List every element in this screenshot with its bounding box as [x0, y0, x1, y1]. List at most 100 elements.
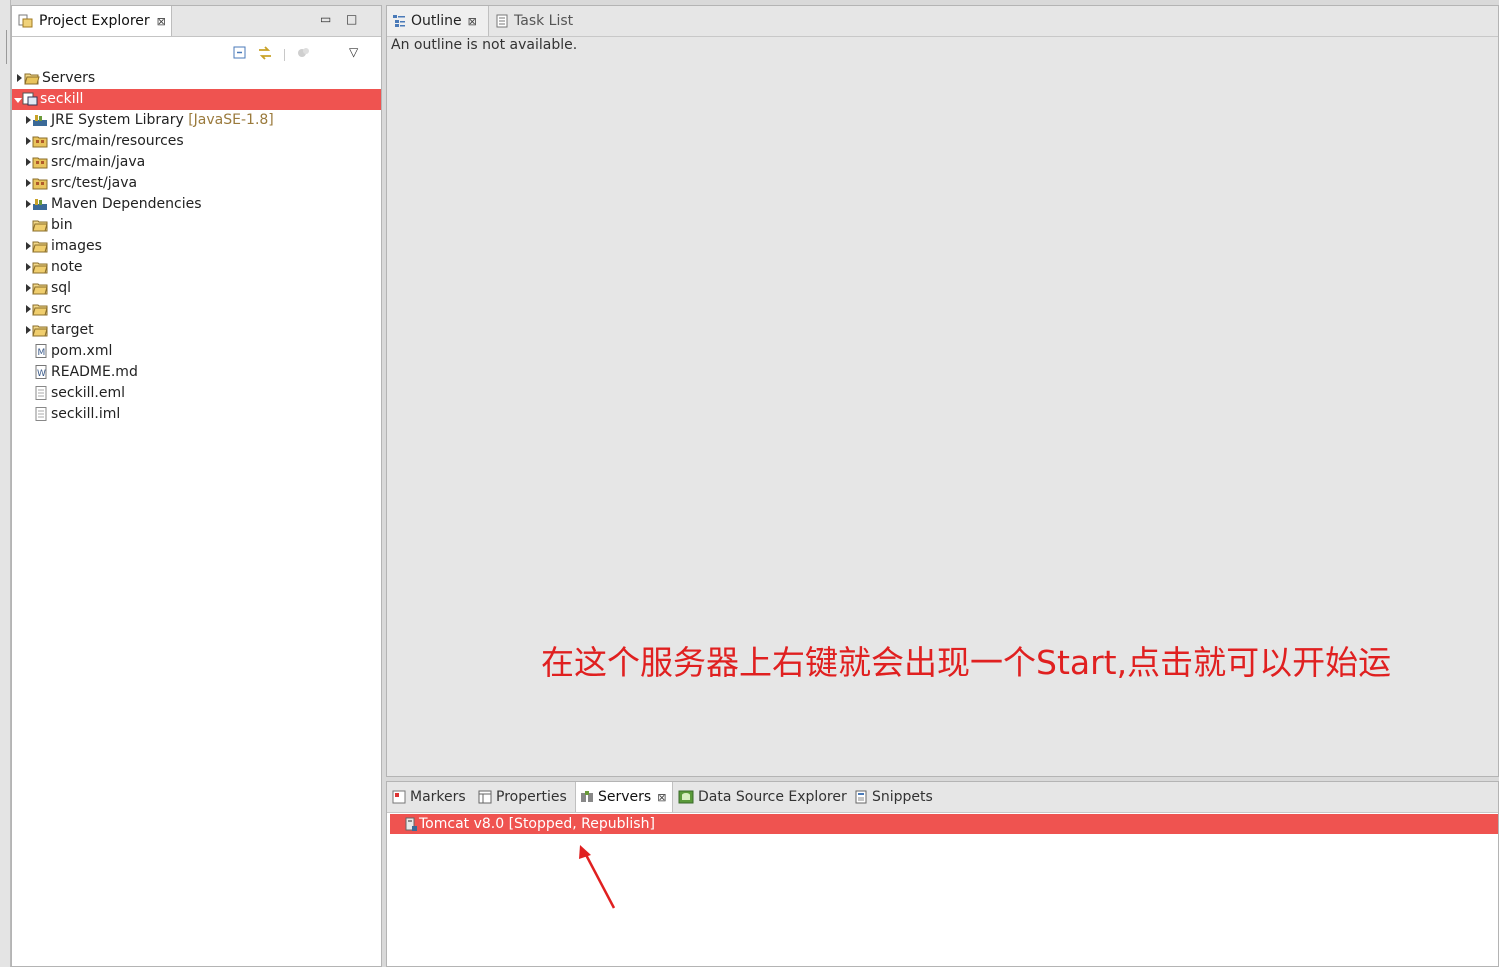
tab-data-source-explorer[interactable]: Data Source Explorer: [678, 782, 847, 812]
tab-markers-label: Markers: [410, 789, 466, 805]
svg-text:W: W: [37, 369, 46, 379]
tree-item-bin[interactable]: bin: [12, 215, 381, 236]
left-trim-bar: [0, 0, 11, 967]
tree-item-label: src/main/java: [51, 154, 146, 170]
tab-properties-label: Properties: [496, 789, 567, 805]
outline-icon: [393, 15, 405, 27]
tree-item-seckill-iml[interactable]: seckill.iml: [12, 404, 381, 425]
tree-item-src-main-java[interactable]: src/main/java: [12, 152, 381, 173]
tree-item-label: target: [51, 322, 94, 338]
tree-item-src-main-resources[interactable]: src/main/resources: [12, 131, 381, 152]
tree-item-label: Servers: [42, 70, 96, 86]
tab-markers[interactable]: Markers: [392, 782, 466, 812]
svg-text:M: M: [38, 348, 46, 358]
tree-item-label: seckill.iml: [51, 406, 121, 422]
tree-item-servers[interactable]: Servers: [12, 68, 381, 89]
jre-decoration: [JavaSE-1.8]: [188, 112, 274, 128]
tab-project-explorer-label: Project Explorer: [39, 13, 150, 29]
tree-item-label: note: [51, 259, 83, 275]
tree-item-label: bin: [51, 217, 73, 233]
tree-item-seckill-eml[interactable]: seckill.eml: [12, 383, 381, 404]
tree-item-src-test-java[interactable]: src/test/java: [12, 173, 381, 194]
expand-arrow-icon[interactable]: [26, 242, 31, 250]
tree-item-seckill[interactable]: seckill: [12, 89, 381, 110]
expand-arrow-icon[interactable]: [26, 326, 31, 334]
tab-outline-label: Outline: [411, 13, 462, 29]
file-icon: [35, 386, 47, 400]
tree-item-pom[interactable]: M pom.xml: [12, 341, 381, 362]
wiki-file-icon: W: [35, 365, 47, 379]
annotation-arrow-icon: [579, 845, 616, 909]
project-explorer-toolbar: ▽: [12, 37, 381, 69]
close-icon[interactable]: ⊠: [468, 15, 477, 28]
tab-servers[interactable]: Servers ⊠: [575, 782, 673, 812]
servers-view: Markers Properties Servers ⊠ Data Source…: [386, 781, 1499, 967]
outline-tabbar: Outline ⊠ Task List: [387, 6, 1498, 37]
project-explorer-view: Project Explorer ⊠ ▭ □ ▽ Servers seckill…: [11, 5, 382, 967]
project-tree: Servers seckill JRE System Library [Java…: [12, 68, 381, 425]
folder-open-icon: [24, 73, 40, 85]
markers-icon: [392, 790, 406, 804]
library-icon: [33, 115, 47, 126]
expand-arrow-icon[interactable]: [26, 305, 31, 313]
outline-empty-message: An outline is not available.: [391, 37, 578, 53]
file-icon: [35, 407, 47, 421]
expand-arrow-icon[interactable]: [26, 284, 31, 292]
tab-task-list[interactable]: Task List: [495, 6, 573, 36]
tomcat-server-icon: [405, 817, 417, 831]
tab-task-list-label: Task List: [514, 13, 574, 29]
minimize-icon[interactable]: ▭: [320, 12, 331, 26]
tree-item-label: src: [51, 301, 72, 317]
tree-item-note[interactable]: note: [12, 257, 381, 278]
close-icon[interactable]: ⊠: [657, 791, 666, 804]
library-icon: [33, 199, 47, 210]
tab-outline[interactable]: Outline ⊠: [387, 6, 489, 36]
expand-arrow-icon[interactable]: [26, 263, 31, 271]
tree-item-label: seckill.eml: [51, 385, 125, 401]
collapse-all-icon[interactable]: [232, 45, 248, 61]
source-folder-icon: [32, 178, 48, 190]
link-with-editor-icon[interactable]: [257, 45, 273, 61]
tree-item-label: seckill: [40, 91, 84, 107]
view-menu-icon[interactable]: ▽: [349, 45, 358, 59]
tree-item-readme[interactable]: W README.md: [12, 362, 381, 383]
properties-icon: [478, 790, 492, 804]
tree-item-src[interactable]: src: [12, 299, 381, 320]
servers-icon: [581, 791, 593, 802]
filter-icon[interactable]: [296, 45, 312, 61]
tree-item-label: src/test/java: [51, 175, 138, 191]
jre-label: JRE System Library: [51, 112, 184, 128]
close-icon[interactable]: ⊠: [157, 15, 166, 28]
tab-snippets-label: Snippets: [872, 789, 933, 805]
expand-arrow-icon[interactable]: [26, 116, 31, 124]
tree-item-maven-dependencies[interactable]: Maven Dependencies: [12, 194, 381, 215]
source-folder-icon: [32, 157, 48, 169]
annotation-text: 在这个服务器上右键就会出现一个Start,点击就可以开始运: [541, 643, 1392, 682]
task-list-icon: [496, 14, 508, 28]
tab-project-explorer[interactable]: Project Explorer ⊠: [12, 6, 172, 36]
folder-icon: [32, 304, 48, 316]
expand-arrow-icon[interactable]: [17, 74, 22, 82]
snippets-icon: [855, 790, 867, 804]
folder-icon: [32, 283, 48, 295]
expand-arrow-icon[interactable]: [26, 200, 31, 208]
tree-item-label: images: [51, 238, 102, 254]
expand-arrow-icon[interactable]: [26, 158, 31, 166]
tree-item-label: sql: [51, 280, 72, 296]
expand-arrow-icon[interactable]: [26, 137, 31, 145]
maximize-icon[interactable]: □: [346, 12, 357, 26]
collapse-arrow-icon[interactable]: [14, 98, 22, 103]
tree-item-target[interactable]: target: [12, 320, 381, 341]
tab-properties[interactable]: Properties: [478, 782, 567, 812]
tree-item-label: README.md: [51, 364, 138, 380]
tree-item-images[interactable]: images: [12, 236, 381, 257]
expand-arrow-icon[interactable]: [26, 179, 31, 187]
server-row-tomcat[interactable]: Tomcat v8.0 [Stopped, Republish]: [390, 814, 1498, 834]
tree-item-label: JRE System Library [JavaSE-1.8]: [51, 110, 274, 131]
tree-item-sql[interactable]: sql: [12, 278, 381, 299]
tab-snippets[interactable]: Snippets: [854, 782, 933, 812]
tree-item-jre-library[interactable]: JRE System Library [JavaSE-1.8]: [12, 110, 381, 131]
tab-servers-label: Servers: [598, 789, 652, 805]
folder-icon: [32, 325, 48, 337]
tree-item-label: src/main/resources: [51, 133, 184, 149]
